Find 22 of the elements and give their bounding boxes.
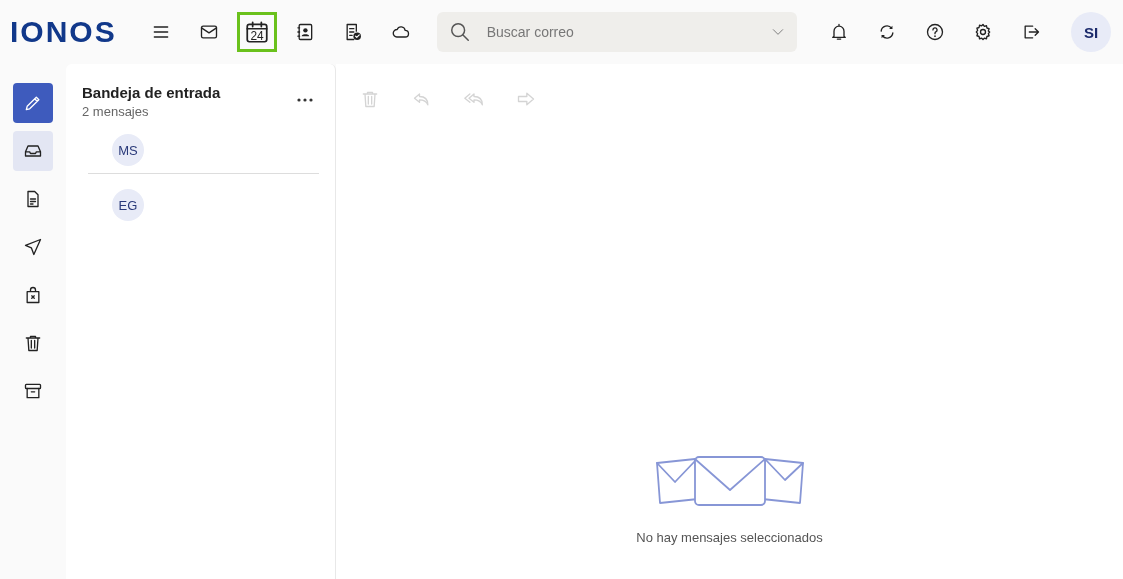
- user-avatar[interactable]: SI: [1071, 12, 1111, 52]
- folder-button[interactable]: [13, 131, 53, 171]
- folder-title: Bandeja de entrada: [82, 84, 221, 101]
- trash-icon: [360, 89, 380, 109]
- search-bar[interactable]: Buscar correo: [436, 12, 797, 52]
- app-button[interactable]: 24: [236, 12, 277, 52]
- message-count: 2 mensajes: [82, 104, 150, 119]
- help-icon: [925, 22, 945, 42]
- sender-avatar[interactable]: MS: [112, 134, 144, 166]
- search-field[interactable]: Buscar correo: [484, 23, 757, 41]
- contact-card-icon: [294, 22, 315, 42]
- paper-plane-icon: [23, 237, 43, 257]
- settings-icon: [973, 22, 993, 42]
- logo[interactable]: IONOS: [10, 15, 117, 49]
- search-icon: [448, 21, 471, 43]
- trash-icon: [23, 333, 43, 353]
- archive-box-icon: [23, 381, 43, 401]
- more-icon: [297, 98, 313, 102]
- sender-avatar[interactable]: EG: [112, 189, 144, 221]
- compose-button[interactable]: [13, 83, 53, 123]
- empty-state-text: No hay mensajes seleccionados: [636, 530, 823, 545]
- bell-icon: [829, 22, 849, 42]
